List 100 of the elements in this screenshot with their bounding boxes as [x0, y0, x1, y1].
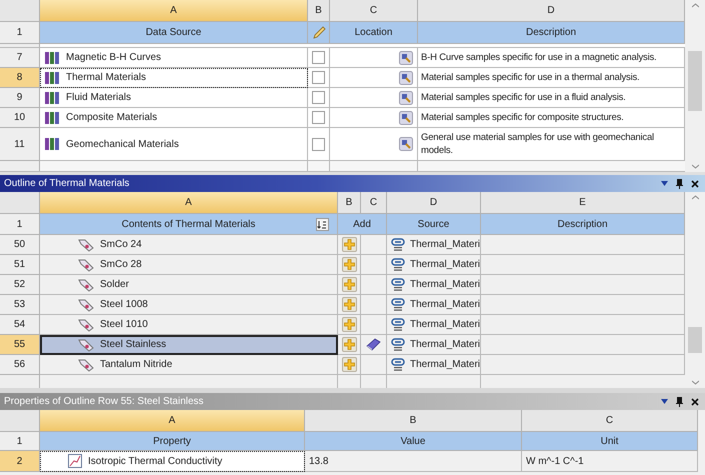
row-number: 9	[0, 88, 40, 108]
add-button[interactable]	[342, 337, 356, 352]
scroll-bar[interactable]	[685, 0, 705, 172]
checkbox[interactable]	[312, 111, 325, 124]
location-icon[interactable]	[399, 137, 413, 151]
dropdown-icon[interactable]	[661, 181, 668, 186]
material-name: Steel 1008	[100, 298, 148, 312]
row-number: 53	[0, 295, 40, 315]
property-cell[interactable]: Isotropic Thermal Conductivity	[40, 451, 305, 472]
column-letter[interactable]: B	[308, 0, 330, 22]
source-text: Thermal_Materi	[410, 238, 480, 252]
checkbox[interactable]	[312, 71, 325, 84]
link-icon	[391, 278, 405, 292]
location-icon[interactable]	[399, 50, 413, 64]
pin-icon[interactable]	[676, 396, 683, 406]
row-number: 52	[0, 275, 40, 295]
material-cell[interactable]: SmCo 24	[40, 235, 338, 255]
pin-icon[interactable]	[676, 178, 683, 188]
link-icon	[391, 338, 405, 352]
tag-icon	[78, 258, 94, 272]
material-cell[interactable]: Tantalum Nitride	[40, 355, 338, 375]
row-number: 10	[0, 108, 40, 128]
material-name: Tantalum Nitride	[100, 358, 172, 372]
checkbox[interactable]	[312, 51, 325, 64]
data-source-cell[interactable]: Composite Materials	[40, 108, 308, 128]
column-letter[interactable]: D	[418, 0, 685, 22]
data-source-cell[interactable]: Magnetic B-H Curves	[40, 48, 308, 68]
column-letter[interactable]: C	[361, 192, 387, 214]
description-text: Material samples specific for composite structures.	[421, 111, 624, 124]
location-icon[interactable]	[399, 90, 413, 104]
add-button[interactable]	[342, 237, 356, 252]
column-letter[interactable]: E	[481, 192, 685, 214]
checkbox[interactable]	[312, 91, 325, 104]
source-text: Thermal_Materi	[410, 358, 480, 372]
sort-icon[interactable]	[316, 218, 329, 230]
chart-icon	[68, 454, 82, 468]
column-letter[interactable]: A	[40, 410, 305, 432]
book-icon	[366, 338, 381, 351]
data-source-name: Magnetic B-H Curves	[66, 51, 162, 65]
row-number: 54	[0, 315, 40, 335]
add-button[interactable]	[342, 257, 356, 272]
location-icon[interactable]	[399, 70, 413, 84]
column-letter[interactable]: C	[330, 0, 418, 22]
column-heading: Unit	[522, 432, 698, 451]
add-button[interactable]	[342, 277, 356, 292]
column-letter[interactable]: D	[387, 192, 481, 214]
material-cell[interactable]: SmCo 28	[40, 255, 338, 275]
material-cell[interactable]: Steel Stainless	[40, 335, 338, 355]
scroll-bar[interactable]	[685, 192, 705, 388]
close-icon[interactable]	[691, 180, 699, 188]
add-button[interactable]	[342, 357, 356, 372]
books-icon	[44, 70, 60, 84]
location-icon[interactable]	[399, 110, 413, 124]
source-text: Thermal_Materi	[410, 338, 480, 352]
books-icon	[44, 137, 60, 151]
row-number: 56	[0, 355, 40, 375]
value-cell[interactable]: 13.8	[305, 451, 522, 472]
material-cell[interactable]: Solder	[40, 275, 338, 295]
link-icon	[391, 238, 405, 252]
material-name: Steel 1010	[100, 318, 148, 332]
panel-title: Properties of Outline Row 55: Steel Stainless	[4, 395, 205, 409]
row-number: 1	[0, 432, 40, 451]
link-icon	[391, 318, 405, 332]
dropdown-icon[interactable]	[661, 399, 668, 404]
unit-cell[interactable]: W m^-1 C^-1	[522, 451, 698, 472]
books-icon	[44, 110, 60, 124]
add-button[interactable]	[342, 317, 356, 332]
close-icon[interactable]	[691, 398, 699, 406]
data-source-cell[interactable]: Fluid Materials	[40, 88, 308, 108]
data-source-name: Geomechanical Materials	[66, 138, 179, 152]
material-name: Steel Stainless	[100, 338, 166, 352]
source-text: Thermal_Materi	[410, 318, 480, 332]
material-name: Solder	[100, 278, 129, 292]
tag-icon	[78, 298, 94, 312]
data-source-cell[interactable]: Thermal Materials	[40, 68, 308, 88]
column-heading: Description	[481, 214, 685, 235]
column-letter[interactable]: B	[338, 192, 361, 214]
column-heading: Value	[305, 432, 522, 451]
column-letter[interactable]: C	[522, 410, 698, 432]
row-number: 8	[0, 68, 40, 88]
corner-cell	[0, 0, 40, 22]
add-button[interactable]	[342, 297, 356, 312]
data-source-name: Composite Materials	[66, 111, 158, 125]
description-text: Material samples specific for use in a thermal analysis.	[421, 71, 640, 84]
row-number: 2	[0, 451, 40, 472]
column-letter[interactable]: A	[40, 192, 338, 214]
column-heading: Contents of Thermal Materials	[40, 214, 338, 235]
tag-icon	[78, 338, 94, 352]
column-letter[interactable]: A	[40, 0, 308, 22]
material-cell[interactable]: Steel 1008	[40, 295, 338, 315]
link-icon	[391, 298, 405, 312]
link-icon	[391, 358, 405, 372]
checkbox[interactable]	[312, 138, 325, 150]
source-text: Thermal_Materi	[410, 258, 480, 272]
column-heading: Source	[387, 214, 481, 235]
row-number: 1	[0, 22, 40, 44]
column-letter[interactable]: B	[305, 410, 522, 432]
row-number: 7	[0, 48, 40, 68]
pencil-icon	[312, 26, 326, 40]
material-name: SmCo 24	[100, 238, 142, 252]
